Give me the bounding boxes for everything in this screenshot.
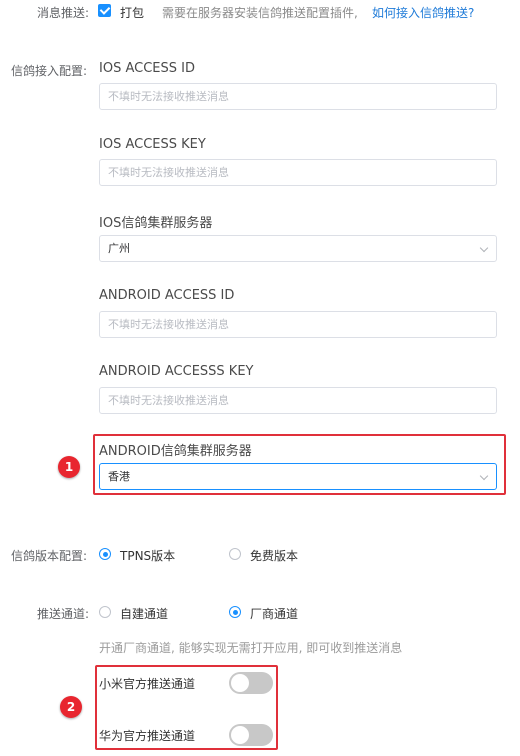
self-channel-radio[interactable] [99, 606, 111, 618]
push-label: 消息推送: [37, 6, 90, 20]
ios-access-key-title: IOS ACCESS KEY [99, 137, 206, 152]
ios-cluster-value: 广州 [108, 242, 130, 255]
xg-version-label: 信鸽版本配置: [11, 549, 88, 563]
vendor-channel-radio[interactable] [229, 606, 241, 618]
huawei-channel-switch[interactable] [229, 724, 273, 746]
chevron-down-icon [479, 471, 489, 481]
xg-guide-link[interactable]: 如何接入信鸽推送? [372, 4, 474, 21]
free-version-label[interactable]: 免费版本 [250, 547, 298, 564]
ios-access-key-input[interactable]: 不填时无法接收推送消息 [99, 159, 497, 186]
free-version-radio[interactable] [229, 548, 241, 560]
android-access-key-input[interactable]: 不填时无法接收推送消息 [99, 387, 497, 414]
tpns-version-label[interactable]: TPNS版本 [120, 547, 175, 564]
android-cluster-value: 香港 [108, 470, 130, 483]
annotation-badge-1: 1 [58, 456, 80, 478]
android-cluster-title: ANDROID信鸽集群服务器 [99, 444, 252, 459]
tpns-version-radio[interactable] [99, 548, 111, 560]
android-access-key-title: ANDROID ACCESSS KEY [99, 364, 254, 379]
pack-checkbox-label[interactable]: 打包 [120, 4, 144, 21]
android-access-id-input[interactable]: 不填时无法接收推送消息 [99, 311, 497, 338]
huawei-channel-label: 华为官方推送通道 [99, 729, 196, 743]
ios-cluster-title: IOS信鸽集群服务器 [99, 216, 213, 231]
xg-config-label: 信鸽接入配置: [11, 64, 88, 78]
xiaomi-channel-label: 小米官方推送通道 [99, 677, 196, 691]
vendor-channel-hint: 开通厂商通道, 能够实现无需打开应用, 即可收到推送消息 [99, 641, 403, 655]
pack-checkbox[interactable] [98, 4, 111, 17]
ios-cluster-select[interactable]: 广州 [99, 235, 497, 262]
self-channel-label[interactable]: 自建通道 [120, 605, 168, 622]
ios-access-id-title: IOS ACCESS ID [99, 61, 195, 76]
android-cluster-select[interactable]: 香港 [99, 463, 497, 490]
annotation-badge-2: 2 [60, 696, 82, 718]
android-access-id-title: ANDROID ACCESS ID [99, 288, 235, 303]
push-channel-label: 推送通道: [37, 607, 90, 621]
xiaomi-channel-switch[interactable] [229, 672, 273, 694]
vendor-channel-label[interactable]: 厂商通道 [250, 605, 298, 622]
chevron-down-icon [479, 243, 489, 253]
ios-access-id-input[interactable]: 不填时无法接收推送消息 [99, 83, 497, 110]
push-hint: 需要在服务器安装信鸽推送配置插件, [162, 6, 358, 20]
